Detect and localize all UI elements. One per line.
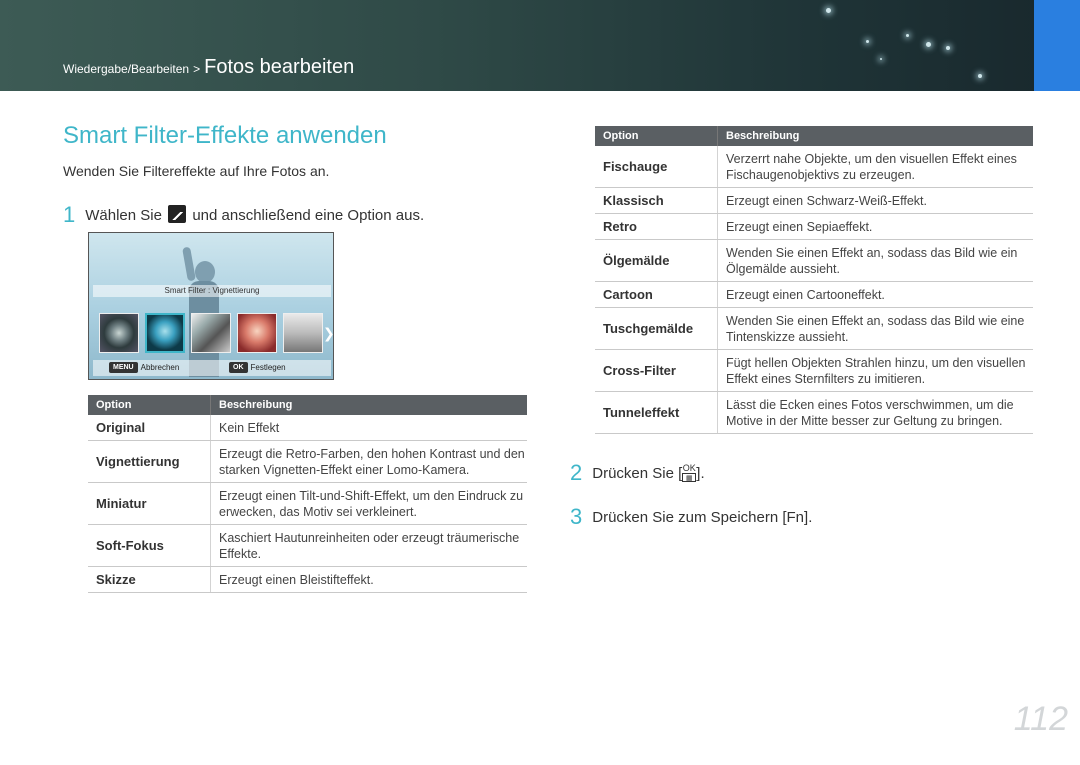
option-description: Erzeugt einen Schwarz-Weiß-Effekt.: [717, 188, 1033, 213]
table-row: Vignettierung Erzeugt die Retro-Farben, …: [88, 441, 527, 483]
step-text: und anschließend eine Option aus.: [192, 207, 425, 224]
option-name: Tuschgemälde: [603, 321, 694, 336]
filter-thumbnail: [237, 313, 277, 353]
table-row: Klassisch Erzeugt einen Schwarz-Weiß-Eff…: [595, 188, 1033, 214]
options-table-right: Option Beschreibung Fischauge Verzerrt n…: [595, 126, 1033, 434]
header-description: Beschreibung: [717, 126, 1033, 146]
sparkle-decoration: [826, 8, 831, 13]
option-description: Erzeugt einen Bleistifteffekt.: [210, 567, 527, 592]
ok-button-icon: OK ▦: [682, 463, 697, 482]
option-name: Original: [96, 420, 146, 435]
child-silhouette: [181, 246, 221, 377]
step-1: 1 Wählen Sie und anschließend eine Option…: [63, 200, 425, 227]
option-description: Wenden Sie einen Effekt an, sodass das B…: [717, 308, 1033, 349]
table-row: Ölgemälde Wenden Sie einen Effekt an, so…: [595, 240, 1033, 282]
breadcrumb-separator: >: [193, 62, 201, 76]
options-table-left: Option Beschreibung Original Kein Effekt…: [88, 395, 527, 593]
step-3: 3 Drücken Sie zum Speichern [Fn].: [570, 502, 813, 529]
sparkle-decoration: [866, 40, 869, 43]
option-description: Erzeugt die Retro-Farben, den hohen Kont…: [210, 441, 527, 482]
option-name: Cross-Filter: [603, 363, 676, 378]
step-text: Wählen Sie: [85, 207, 162, 224]
option-description: Kein Effekt: [210, 415, 527, 440]
table-row: Retro Erzeugt einen Sepiaeffekt.: [595, 214, 1033, 240]
table-header: Option Beschreibung: [595, 126, 1033, 146]
sparkle-decoration: [926, 42, 931, 47]
fn-key-label: Fn: [786, 509, 805, 526]
table-row: Original Kein Effekt: [88, 415, 527, 441]
chapter-tab: [1034, 0, 1080, 91]
step-text: Drücken Sie [: [592, 465, 683, 482]
header-banner: Wiedergabe/Bearbeiten > Fotos bearbeiten: [0, 0, 1080, 91]
sparkle-decoration: [880, 58, 882, 60]
step-text-end: ].: [696, 465, 705, 482]
option-name: Cartoon: [603, 287, 653, 302]
cancel-label: Abbrechen: [140, 363, 180, 372]
option-name: Ölgemälde: [603, 253, 670, 268]
option-description: Kaschiert Hautunreinheiten oder erzeugt …: [210, 525, 527, 566]
option-name: Vignettierung: [96, 454, 180, 469]
table-row: Soft-Fokus Kaschiert Hautunreinheiten od…: [88, 525, 527, 567]
table-row: Miniatur Erzeugt einen Tilt-und-Shift-Ef…: [88, 483, 527, 525]
breadcrumb: Wiedergabe/Bearbeiten > Fotos bearbeiten: [63, 56, 354, 79]
option-description: Wenden Sie einen Effekt an, sodass das B…: [717, 240, 1033, 281]
filter-thumbnail: [283, 313, 323, 353]
sparkle-decoration: [946, 46, 950, 50]
option-description: Fügt hellen Objekten Strahlen hinzu, um …: [717, 350, 1033, 391]
table-row: Cross-Filter Fügt hellen Objekten Strahl…: [595, 350, 1033, 392]
option-description: Verzerrt nahe Objekte, um den visuellen …: [717, 146, 1033, 187]
sparkle-decoration: [906, 34, 909, 37]
option-name: Miniatur: [96, 496, 147, 511]
table-row: Skizze Erzeugt einen Bleistifteffekt.: [88, 567, 527, 593]
section-title: Smart Filter-Effekte anwenden: [63, 122, 387, 149]
step-number: 3: [570, 504, 583, 529]
photo-filter-icon: [168, 205, 187, 223]
option-description: Erzeugt einen Cartooneffekt.: [717, 282, 1033, 307]
header-option: Option: [603, 130, 639, 142]
screen-bottom-bar: MENU Abbrechen OK Festlegen: [93, 360, 331, 376]
ok-key-frame: ▦: [682, 473, 697, 482]
step-text: Drücken Sie zum Speichern [: [592, 509, 787, 526]
step-number: 1: [63, 202, 76, 227]
filter-thumbnail: [99, 313, 139, 353]
chevron-right-icon: ❯: [323, 325, 334, 341]
ok-key-badge: OK: [229, 362, 248, 373]
option-name: Fischauge: [603, 159, 668, 174]
menu-key-badge: MENU: [109, 362, 138, 373]
option-name: Tunneleffekt: [603, 405, 680, 420]
sparkle-decoration: [978, 74, 982, 78]
table-row: Cartoon Erzeugt einen Cartooneffekt.: [595, 282, 1033, 308]
option-description: Erzeugt einen Tilt-und-Shift-Effekt, um …: [210, 483, 527, 524]
confirm-label: Festlegen: [250, 363, 286, 372]
option-name: Skizze: [96, 572, 136, 587]
option-name: Retro: [603, 219, 637, 234]
table-header: Option Beschreibung: [88, 395, 527, 415]
step-text-end: ].: [804, 509, 813, 526]
ok-key-label: OK: [682, 463, 696, 473]
section-intro: Wenden Sie Filtereffekte auf Ihre Fotos …: [63, 163, 330, 179]
option-description: Lässt die Ecken eines Fotos verschwimmen…: [717, 392, 1033, 433]
breadcrumb-parent[interactable]: Wiedergabe/Bearbeiten: [63, 62, 189, 76]
filter-thumbnails: ❯: [97, 313, 333, 355]
step-2: 2 Drücken Sie [OK ▦].: [570, 458, 705, 485]
header-description: Beschreibung: [210, 395, 527, 415]
filter-thumbnail: [191, 313, 231, 353]
table-row: Tuschgemälde Wenden Sie einen Effekt an,…: [595, 308, 1033, 350]
page-number: 112: [1013, 700, 1068, 738]
filter-thumbnail-selected: [145, 313, 185, 353]
filter-label: Smart Filter : Vignettierung: [93, 285, 331, 297]
camera-screen-illustration: Smart Filter : Vignettierung ❯ MENU Abbre…: [88, 232, 334, 380]
breadcrumb-current: Fotos bearbeiten: [204, 56, 355, 78]
step-number: 2: [570, 460, 583, 485]
option-description: Erzeugt einen Sepiaeffekt.: [717, 214, 1033, 239]
option-name: Klassisch: [603, 193, 664, 208]
table-row: Fischauge Verzerrt nahe Objekte, um den …: [595, 146, 1033, 188]
option-name: Soft-Fokus: [96, 538, 164, 553]
header-option: Option: [96, 399, 132, 411]
table-row: Tunneleffekt Lässt die Ecken eines Fotos…: [595, 392, 1033, 434]
